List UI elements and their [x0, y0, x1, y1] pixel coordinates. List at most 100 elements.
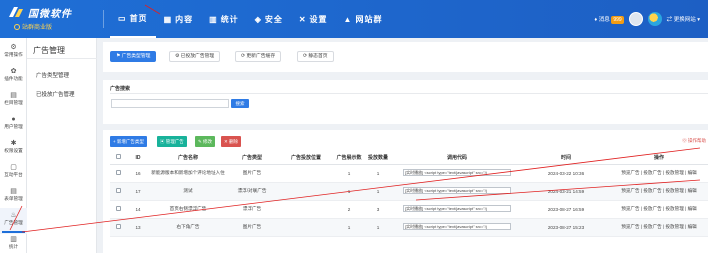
rail-item-plugins[interactable]: ✿ 插件功能	[0, 64, 27, 90]
tab-placed-ads[interactable]: ⚙ 已投放广告管理	[169, 51, 221, 62]
rail-item-users[interactable]: ● 用户管理	[0, 112, 27, 138]
help-link[interactable]: ⓪ 操作帮助	[682, 138, 706, 144]
cell-time: 2023-08-27 16:59	[522, 200, 610, 219]
top-nav-stats[interactable]: ▥ 统计	[201, 0, 247, 38]
header-count[interactable]: 投放数量	[364, 152, 392, 165]
avatar[interactable]	[628, 12, 643, 26]
header-select[interactable]	[110, 152, 126, 165]
switch-site-label: 更换网站	[673, 17, 696, 23]
top-nav-home[interactable]: ▭ 首页	[110, 0, 156, 38]
ads-table: ID 广告名称 广告类型 广告投放位置 广告展示数 投放数量 调用代码 时间 操…	[110, 152, 708, 237]
table-panel: + 新增广告类型 ▣ 管理广告 ✎ 修改 ✕ 删除 ⓪ 操作帮助 ID 广告名称…	[103, 130, 708, 253]
row-checkbox[interactable]	[115, 206, 121, 211]
submenu-item-ad-types[interactable]: 广告类型管理	[36, 71, 69, 79]
help-label: 操作帮助	[688, 138, 706, 143]
bar-chart-icon: ▥	[209, 14, 218, 24]
top-nav-security[interactable]: ◈ 安全	[247, 0, 291, 38]
rail-item-ads[interactable]: ♨ 广告管理	[0, 208, 27, 234]
logo[interactable]: 国微软件 站群商业版	[8, 4, 100, 34]
gear-icon: ⚙	[10, 44, 17, 51]
cell-count: 1	[364, 218, 392, 237]
tab-update-cache[interactable]: ⟳ 更新广告缓存	[235, 51, 282, 62]
grid-icon: ▦	[163, 14, 173, 24]
submenu-item-placed-ads[interactable]: 已投放广告管理	[36, 90, 75, 98]
cell-ops[interactable]: 预览广告 | 投放广告 | 投放管理 | 编辑	[610, 218, 708, 237]
rail-item-interaction[interactable]: ▢ 互动平台	[0, 160, 27, 186]
rail-label: 表单管理	[4, 196, 23, 201]
header-position[interactable]: 广告投放位置	[278, 152, 334, 165]
rail-item-forms[interactable]: ▤ 表单管理	[0, 184, 27, 210]
brand-subtitle[interactable]: 站群商业版	[14, 22, 52, 31]
header-shows[interactable]: 广告展示数	[334, 152, 364, 165]
search-input[interactable]	[111, 99, 229, 108]
delete-button[interactable]: ✕ 删除	[221, 136, 242, 147]
row-checkbox[interactable]	[115, 224, 121, 229]
key-icon: ✱	[10, 140, 17, 147]
search-button[interactable]: 搜索	[231, 99, 249, 108]
folder-icon: ▤	[10, 92, 17, 99]
chart-icon: ▥	[10, 236, 17, 243]
cell-id: 13	[126, 218, 150, 237]
divider	[103, 10, 104, 28]
top-nav-content[interactable]: ▦ 内容	[156, 0, 202, 38]
tab-static-home[interactable]: ⟳ 静态首页	[297, 51, 334, 62]
sites-icon: ▲	[343, 14, 353, 24]
rail-item-permissions[interactable]: ✱ 权限设置	[0, 136, 27, 162]
globe-icon[interactable]	[647, 12, 662, 26]
add-ad-type-button[interactable]: + 新增广告类型	[110, 136, 147, 147]
left-rail: ⚙ 常用操作 ✿ 插件功能 ▤ 栏目管理 ● 用户管理 ✱ 权限设置 ▢ 互动平台 ▤ 表单管…	[0, 38, 27, 253]
top-nav-label: 网站群	[355, 14, 383, 24]
plugin-icon: ✿	[10, 68, 17, 75]
table-row: 13 右下角广告 图片广告 1 1 [实时播放] <script type="t…	[110, 218, 708, 237]
messages-badge: 999	[611, 16, 624, 24]
code-field[interactable]: [实时播放] <script type="text/javascript" sr…	[403, 169, 511, 176]
rail-item-columns[interactable]: ▤ 栏目管理	[0, 88, 27, 114]
tab-ad-types[interactable]: ⚑ 广告类型管理	[110, 51, 157, 62]
select-all-checkbox[interactable]	[115, 154, 121, 160]
cell-position	[278, 164, 334, 183]
header-code[interactable]: 调用代码	[392, 152, 522, 165]
code-field[interactable]: [实时播放] <script type="text/javascript" sr…	[403, 205, 511, 212]
manage-ads-button[interactable]: ▣ 管理广告	[157, 136, 187, 147]
top-nav-label: 首页	[129, 13, 148, 23]
cell-type: 漂浮/对联广告	[226, 182, 278, 201]
header-ops[interactable]: 操作	[610, 152, 708, 165]
cell-ops[interactable]: 预览广告 | 投放广告 | 投放管理 | 编辑	[610, 164, 708, 183]
top-nav: ▭ 首页 ▦ 内容 ▥ 统计 ◈ 安全 ✕ 设置 ▲ 网站群	[110, 0, 390, 38]
header-name[interactable]: 广告名称	[150, 152, 226, 165]
code-field[interactable]: [实时播放] <script type="text/javascript" sr…	[403, 187, 511, 194]
cell-time: 2024-03-22 10:36	[522, 164, 610, 183]
cell-count: 1	[364, 164, 392, 183]
tab-label: 更新广告缓存	[246, 54, 276, 59]
cell-shows: 1	[334, 164, 364, 183]
cell-code: [实时播放] <script type="text/javascript" sr…	[392, 218, 522, 237]
tab-bar: ⚑ 广告类型管理 ⚙ 已投放广告管理 ⟳ 更新广告缓存 ⟳ 静态首页	[103, 42, 708, 72]
cell-name: 右下角广告	[150, 218, 226, 237]
header-id[interactable]: ID	[126, 152, 150, 165]
rail-item-common[interactable]: ⚙ 常用操作	[0, 40, 27, 66]
header-time[interactable]: 时间	[522, 152, 610, 165]
code-field[interactable]: [实时播放] <script type="text/javascript" sr…	[403, 223, 511, 230]
cell-position	[278, 200, 334, 219]
cell-name: 首页右侧漂浮广告	[150, 200, 226, 219]
top-nav-settings[interactable]: ✕ 设置	[291, 0, 336, 38]
brand-subtitle-text: 站群商业版	[22, 25, 53, 31]
cell-code: [实时播放] <script type="text/javascript" sr…	[392, 182, 522, 201]
row-checkbox[interactable]	[115, 188, 121, 193]
cell-ops[interactable]: 预览广告 | 投放广告 | 投放管理 | 编辑	[610, 200, 708, 219]
cell-time: 2024-03-21 14:59	[522, 182, 610, 201]
row-checkbox[interactable]	[115, 170, 121, 175]
cell-ops[interactable]: 预览广告 | 投放广告 | 投放管理 | 编辑	[610, 182, 708, 201]
logo-icon	[9, 7, 23, 17]
top-nav-sites[interactable]: ▲ 网站群	[336, 0, 391, 38]
rail-label: 统计	[8, 244, 19, 249]
cell-position	[278, 182, 334, 201]
header-type[interactable]: 广告类型	[226, 152, 278, 165]
rail-label: 插件功能	[4, 76, 23, 81]
messages-link[interactable]: ♦ 消息 999	[594, 15, 624, 24]
cross-icon: ✕	[298, 14, 307, 24]
edit-button[interactable]: ✎ 修改	[195, 136, 216, 147]
rail-item-stats[interactable]: ▥ 统计	[0, 232, 27, 253]
tab-label: 静态首页	[308, 54, 328, 59]
switch-site-link[interactable]: ⇄ 更换网站 ▾	[667, 15, 700, 23]
